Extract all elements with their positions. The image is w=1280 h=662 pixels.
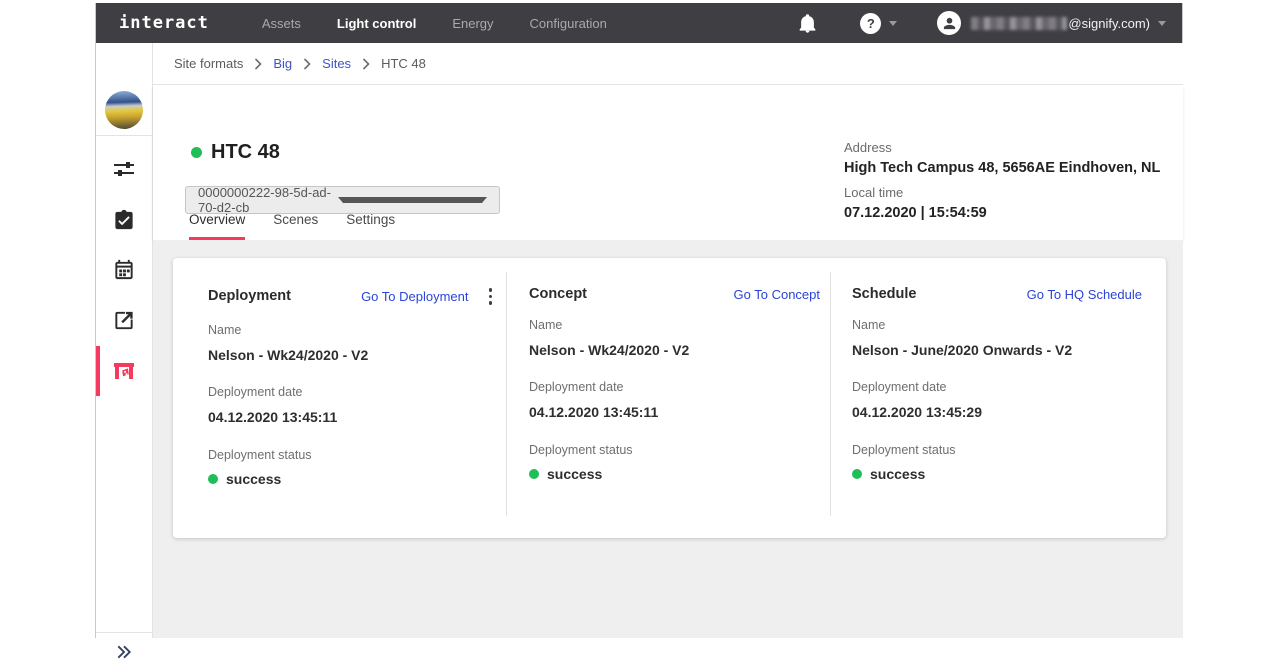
- deployment-section: Deployment Go To Deployment Name Nelson …: [173, 258, 506, 538]
- expand-sidebar-icon[interactable]: [115, 644, 134, 660]
- tab-settings[interactable]: Settings: [346, 210, 395, 240]
- sidebar-divider-bottom: [96, 632, 152, 633]
- site-header: HTC 48 0000000222-98-5d-ad-70-d2-cb Addr…: [153, 85, 1183, 240]
- concept-section: Concept Go To Concept Name Nelson - Wk24…: [506, 258, 830, 538]
- schedule-name: Nelson - June/2020 Onwards - V2: [852, 342, 1142, 358]
- deployment-date-label: Deployment date: [852, 380, 1142, 394]
- help-menu[interactable]: ?: [860, 13, 897, 34]
- user-caret-icon: [1158, 21, 1166, 26]
- nav-item-assets[interactable]: Assets: [262, 16, 301, 31]
- schedule-status: success: [870, 466, 925, 482]
- notifications-bell-icon[interactable]: [799, 14, 816, 33]
- site-photo: [105, 91, 143, 129]
- tab-scenes[interactable]: Scenes: [273, 210, 318, 240]
- site-photo-avatar[interactable]: [105, 91, 143, 129]
- deployment-status-label: Deployment status: [529, 443, 820, 457]
- nav-item-light-control[interactable]: Light control: [337, 16, 416, 31]
- local-time-label: Local time: [844, 185, 1160, 200]
- go-to-deployment-link[interactable]: Go To Deployment: [361, 289, 468, 304]
- deployment-status-label: Deployment status: [852, 443, 1142, 457]
- go-to-hq-schedule-link[interactable]: Go To HQ Schedule: [1027, 287, 1142, 302]
- kebab-menu-icon[interactable]: [487, 286, 495, 307]
- schedule-date: 04.12.2020 13:45:29: [852, 404, 1142, 420]
- deployment-icon[interactable]: [112, 359, 136, 383]
- breadcrumb-current: HTC 48: [381, 56, 426, 71]
- chevron-right-icon: [362, 58, 370, 70]
- address-value: High Tech Campus 48, 5656AE Eindhoven, N…: [844, 160, 1160, 176]
- concept-name: Nelson - Wk24/2020 - V2: [529, 342, 820, 358]
- breadcrumb-sites[interactable]: Sites: [322, 56, 351, 71]
- site-status-dot: [191, 147, 202, 158]
- user-email-suffix: @signify.com): [1068, 16, 1150, 31]
- concept-date: 04.12.2020 13:45:11: [529, 404, 820, 420]
- chevron-right-icon: [254, 58, 262, 70]
- active-item-indicator: [96, 346, 100, 396]
- navbar-right: ? @signify.com): [799, 3, 1166, 43]
- breadcrumb-big[interactable]: Big: [273, 56, 292, 71]
- name-label: Name: [208, 323, 494, 337]
- deployment-summary-card: Deployment Go To Deployment Name Nelson …: [173, 258, 1166, 538]
- tune-icon[interactable]: [112, 157, 136, 181]
- go-to-concept-link[interactable]: Go To Concept: [734, 287, 820, 302]
- success-status-dot: [529, 469, 539, 479]
- sidebar-divider: [96, 135, 152, 136]
- deployment-status-label: Deployment status: [208, 448, 494, 462]
- site-title-row: HTC 48: [191, 141, 280, 164]
- concept-title: Concept: [529, 286, 587, 302]
- deployment-date-label: Deployment date: [208, 385, 494, 399]
- tab-overview[interactable]: Overview: [189, 210, 245, 240]
- schedule-title: Schedule: [852, 286, 916, 302]
- success-status-dot: [852, 469, 862, 479]
- top-navbar: interact Assets Light control Energy Con…: [96, 3, 1182, 43]
- main-nav: Assets Light control Energy Configuratio…: [262, 16, 607, 31]
- help-caret-icon: [889, 21, 897, 26]
- success-status-dot: [208, 474, 218, 484]
- breadcrumb: Site formats Big Sites HTC 48: [153, 43, 1183, 85]
- schedule-section: Schedule Go To HQ Schedule Name Nelson -…: [830, 258, 1166, 538]
- deployment-date-label: Deployment date: [529, 380, 820, 394]
- left-sidebar: [96, 43, 153, 638]
- overview-content: Deployment Go To Deployment Name Nelson …: [153, 240, 1183, 638]
- nav-item-energy[interactable]: Energy: [452, 16, 493, 31]
- name-label: Name: [529, 318, 820, 332]
- site-meta: Address High Tech Campus 48, 5656AE Eind…: [844, 140, 1160, 221]
- app-window: interact Assets Light control Energy Con…: [95, 3, 1183, 638]
- deployment-date: 04.12.2020 13:45:11: [208, 409, 494, 425]
- interact-logo[interactable]: interact: [119, 13, 209, 33]
- deployment-name: Nelson - Wk24/2020 - V2: [208, 347, 494, 363]
- help-icon: ?: [860, 13, 881, 34]
- main-area: Site formats Big Sites HTC 48 HTC 48 000…: [153, 43, 1183, 638]
- user-menu[interactable]: @signify.com): [937, 11, 1166, 35]
- name-label: Name: [852, 318, 1142, 332]
- deployment-title: Deployment: [208, 288, 291, 304]
- nav-item-configuration[interactable]: Configuration: [530, 16, 607, 31]
- calendar-icon[interactable]: [113, 258, 136, 281]
- clipboard-check-icon[interactable]: [113, 208, 136, 231]
- chevron-right-icon: [303, 58, 311, 70]
- select-caret-icon: [338, 197, 488, 203]
- open-in-new-icon[interactable]: [113, 309, 136, 332]
- breadcrumb-site-formats: Site formats: [174, 56, 243, 71]
- user-name-redacted: [971, 17, 1067, 30]
- local-time-value: 07.12.2020 | 15:54:59: [844, 205, 1160, 221]
- page-title: HTC 48: [211, 141, 280, 164]
- address-label: Address: [844, 140, 1160, 155]
- concept-status: success: [547, 466, 602, 482]
- deployment-status: success: [226, 471, 281, 487]
- user-avatar-icon: [937, 11, 961, 35]
- tab-bar: Overview Scenes Settings: [153, 210, 395, 240]
